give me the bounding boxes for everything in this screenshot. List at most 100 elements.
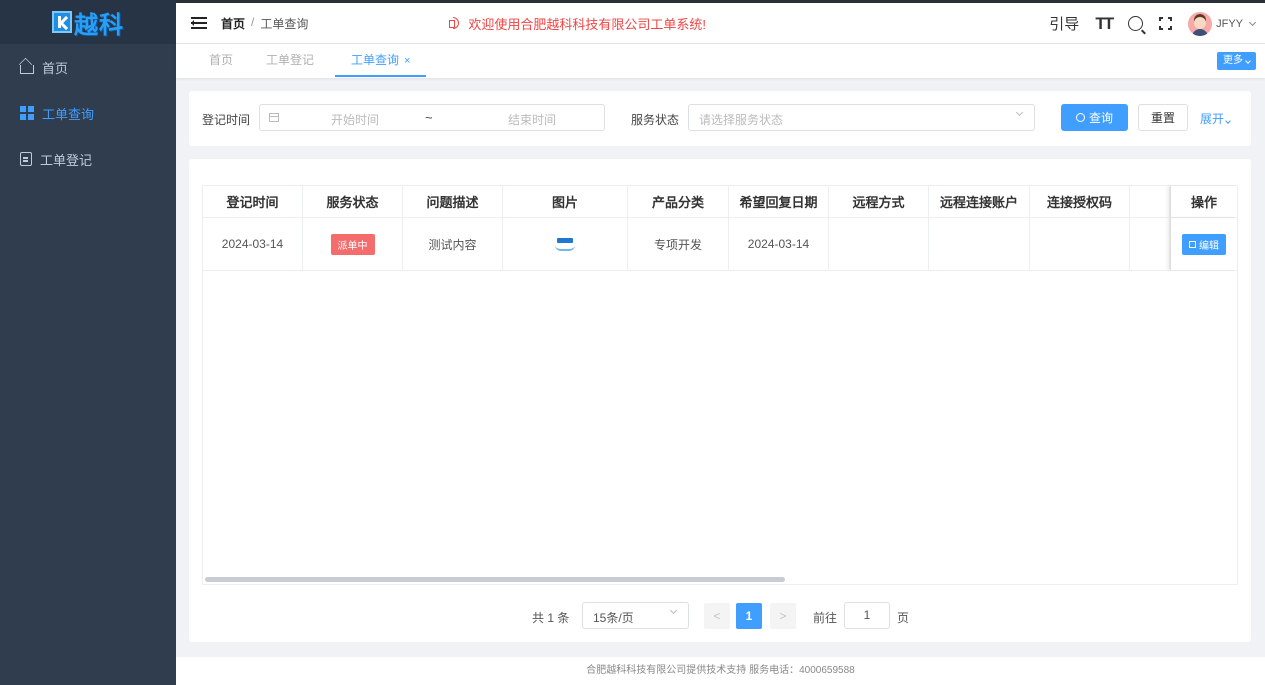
cell-actions: 编辑: [1170, 218, 1237, 270]
sidebar-item-label: 工单查询: [42, 106, 95, 122]
tab-label: 工单查询: [351, 53, 400, 67]
table-header: 登记时间 服务状态 问题描述 图片 产品分类 希望回复日期 远程方式 远程连接账…: [203, 186, 1237, 218]
tab-ticket-query[interactable]: 工单查询 ×: [335, 44, 427, 77]
close-icon[interactable]: ×: [404, 55, 410, 67]
edit-icon: [1189, 240, 1196, 248]
start-date-input[interactable]: 开始时间: [320, 111, 390, 128]
sidebar: 越科 首页 工单查询 工单登记: [0, 0, 176, 685]
end-date-input[interactable]: 结束时间: [497, 111, 567, 128]
cell-auth-code: [1030, 218, 1130, 270]
column-header: [1130, 186, 1170, 217]
cell-extra: [1130, 218, 1170, 270]
speaker-icon: [448, 17, 462, 29]
filter-form: 登记时间 开始时间 ~ 结束时间 服务状态 请选择服务状态 查询 重置 展开: [189, 91, 1251, 146]
chevron-down-icon: [1015, 108, 1024, 117]
next-page-button[interactable]: >: [770, 603, 796, 629]
search-icon: [1075, 113, 1085, 122]
query-label: 查询: [1088, 111, 1113, 125]
cell-image: [503, 218, 628, 270]
expand-toggle[interactable]: 展开: [1200, 110, 1231, 127]
column-header: 登记时间: [203, 186, 303, 217]
sidebar-item-label: 工单登记: [40, 152, 93, 168]
font-size-icon[interactable]: TT: [1095, 14, 1114, 34]
breadcrumb-home[interactable]: 首页: [221, 15, 245, 32]
date-range-picker[interactable]: 开始时间 ~ 结束时间: [259, 104, 605, 131]
edit-label: 编辑: [1199, 240, 1219, 252]
more-label: 更多: [1223, 55, 1243, 66]
tab-home[interactable]: 首页: [209, 44, 233, 77]
document-icon: [20, 152, 32, 166]
column-header: 希望回复日期: [729, 186, 829, 217]
reset-button[interactable]: 重置: [1138, 104, 1188, 131]
page-button-current[interactable]: 1: [736, 603, 762, 629]
calendar-icon: [269, 113, 279, 122]
logo-icon: [52, 11, 72, 33]
sidebar-item-label: 首页: [42, 60, 69, 76]
cell-date: 2024-03-14: [203, 218, 303, 270]
image-thumbnail[interactable]: [554, 238, 576, 251]
range-separator: ~: [425, 110, 433, 125]
status-badge: 派单中: [330, 233, 375, 255]
footer: 合肥越科科技有限公司提供技术支持 服务电话：4000659588: [176, 657, 1265, 685]
sidebar-item-ticket-query[interactable]: 工单查询: [0, 90, 176, 136]
logo-mark: 越科: [52, 5, 124, 40]
page-size-value: 15条/页: [593, 611, 634, 625]
cell-desc: 测试内容: [403, 218, 503, 270]
cell-reply-date: 2024-03-14: [729, 218, 829, 270]
logo[interactable]: 越科: [0, 0, 176, 44]
notice-text: 欢迎使用合肥越科科技有限公司工单系统!: [468, 16, 706, 32]
status-placeholder: 请选择服务状态: [699, 113, 784, 127]
column-header: 远程方式: [829, 186, 929, 217]
cell-product: 专项开发: [628, 218, 729, 270]
column-header: 产品分类: [628, 186, 729, 217]
search-icon[interactable]: [1128, 16, 1144, 31]
more-button[interactable]: 更多: [1217, 52, 1256, 70]
column-header: 操作: [1170, 186, 1237, 217]
user-menu[interactable]: JFYY: [1188, 11, 1257, 36]
goto-label: 前往: [813, 611, 838, 625]
avatar: [1188, 11, 1213, 36]
tab-ticket-register[interactable]: 工单登记: [266, 44, 314, 77]
pagination: 共 1 条 15条/页 < 1 > 前往 1 页: [189, 602, 1251, 630]
chevron-down-icon: [1225, 118, 1231, 124]
table-row[interactable]: 2024-03-14 派单中 测试内容 专项开发 2024-03-14 编辑: [203, 218, 1237, 271]
goto-page-input[interactable]: 1: [844, 602, 890, 629]
header-actions: 引导 TT JFYY: [1049, 3, 1257, 44]
status-label: 服务状态: [631, 113, 680, 127]
column-header: 图片: [503, 186, 628, 217]
column-header: 连接授权码: [1030, 186, 1130, 217]
chevron-down-icon: [1248, 18, 1257, 26]
fullscreen-icon[interactable]: [1159, 17, 1173, 30]
breadcrumb-current: 工单查询: [260, 16, 309, 31]
status-select[interactable]: 请选择服务状态: [688, 104, 1035, 131]
guide-button[interactable]: 引导: [1049, 13, 1079, 34]
prev-page-button[interactable]: <: [704, 603, 730, 629]
top-header: 首页 / 工单查询 欢迎使用合肥越科科技有限公司工单系统! 引导 TT JFYY: [176, 0, 1265, 44]
date-label: 登记时间: [202, 113, 251, 127]
sidebar-item-ticket-register[interactable]: 工单登记: [0, 136, 176, 182]
page-size-select[interactable]: 15条/页: [582, 602, 689, 629]
ticket-table: 登记时间 服务状态 问题描述 图片 产品分类 希望回复日期 远程方式 远程连接账…: [202, 185, 1238, 585]
pagination-total: 共 1 条: [532, 611, 570, 625]
cell-remote: [829, 218, 929, 270]
chevron-down-icon: [1245, 58, 1251, 64]
home-icon: [20, 65, 34, 74]
notice-banner: 欢迎使用合肥越科科技有限公司工单系统!: [448, 14, 706, 33]
column-header: 问题描述: [403, 186, 503, 217]
breadcrumb: 首页 / 工单查询: [221, 15, 308, 32]
username: JFYY: [1216, 17, 1243, 30]
horizontal-scrollbar[interactable]: [205, 577, 785, 582]
query-button[interactable]: 查询: [1061, 104, 1128, 131]
page-unit-label: 页: [897, 611, 910, 625]
column-header: 服务状态: [303, 186, 403, 217]
chevron-down-icon: [669, 606, 678, 615]
cell-status: 派单中: [303, 218, 403, 270]
logo-text: 越科: [74, 11, 124, 39]
sidebar-item-home[interactable]: 首页: [0, 44, 176, 90]
menu-toggle-icon[interactable]: [191, 17, 207, 29]
edit-button[interactable]: 编辑: [1182, 233, 1226, 255]
breadcrumb-separator: /: [251, 14, 255, 29]
column-header: 远程连接账户: [929, 186, 1030, 217]
expand-label: 展开: [1200, 112, 1225, 126]
tags-view: 首页 工单登记 工单查询 × 更多: [176, 44, 1265, 78]
